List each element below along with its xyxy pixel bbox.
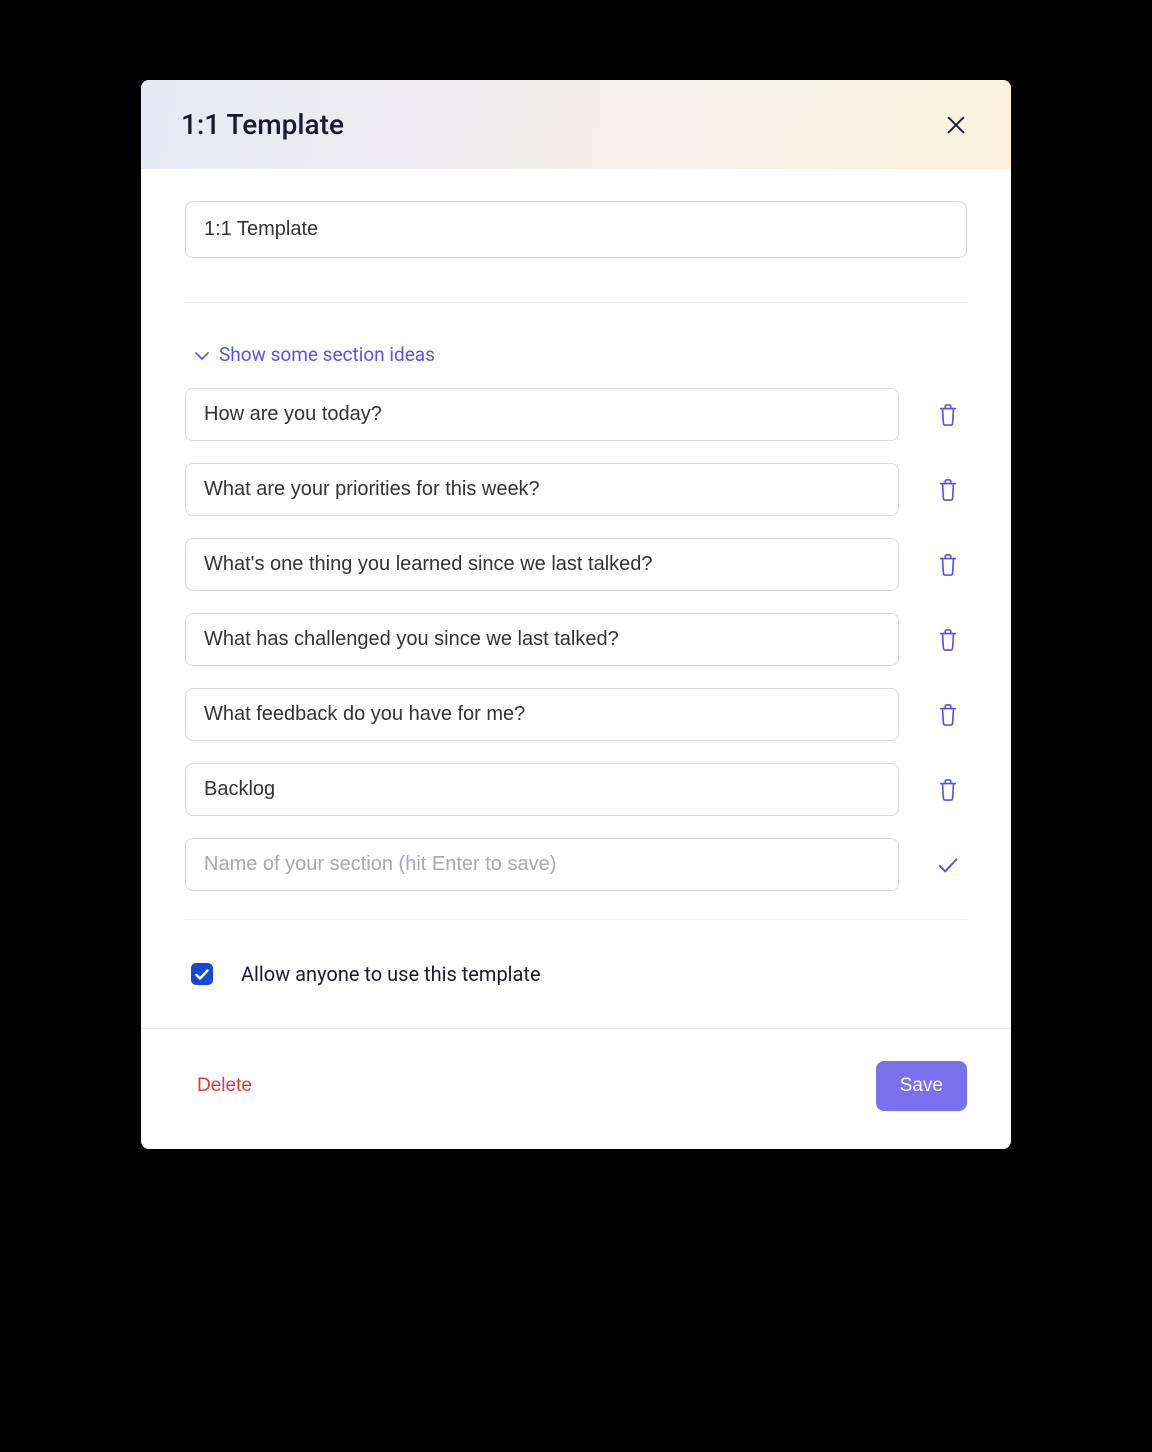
section-row [185, 388, 967, 441]
section-row [185, 463, 967, 516]
new-section-row [185, 838, 967, 891]
checkmark-icon [195, 965, 209, 984]
trash-icon [937, 628, 959, 652]
delete-section-button[interactable] [929, 624, 967, 656]
close-button[interactable] [941, 110, 971, 140]
section-name-input[interactable] [185, 613, 899, 666]
sections-list [185, 388, 967, 816]
allow-anyone-label: Allow anyone to use this template [241, 962, 541, 986]
allow-anyone-checkbox[interactable] [191, 963, 213, 985]
show-section-ideas-link[interactable]: Show some section ideas [195, 343, 435, 366]
modal-title: 1:1 Template [181, 108, 344, 141]
section-name-input[interactable] [185, 688, 899, 741]
section-row [185, 763, 967, 816]
modal-body: Show some section ideas [141, 169, 1011, 1028]
delete-section-button[interactable] [929, 549, 967, 581]
trash-icon [937, 703, 959, 727]
section-name-input[interactable] [185, 538, 899, 591]
delete-button[interactable]: Delete [185, 1069, 264, 1103]
modal-footer: Delete Save [141, 1028, 1011, 1149]
delete-section-button[interactable] [929, 699, 967, 731]
section-row [185, 538, 967, 591]
delete-section-button[interactable] [929, 399, 967, 431]
chevron-down-icon [195, 343, 209, 366]
section-name-input[interactable] [185, 463, 899, 516]
show-section-ideas-label: Show some section ideas [219, 343, 435, 366]
trash-icon [937, 478, 959, 502]
section-row [185, 613, 967, 666]
modal-header: 1:1 Template [141, 80, 1011, 169]
allow-anyone-row: Allow anyone to use this template [185, 920, 967, 1028]
section-name-input[interactable] [185, 763, 899, 816]
confirm-section-button[interactable] [929, 849, 967, 881]
divider [185, 302, 967, 303]
template-name-input[interactable] [185, 201, 967, 258]
delete-section-button[interactable] [929, 774, 967, 806]
trash-icon [937, 553, 959, 577]
trash-icon [937, 778, 959, 802]
close-icon [945, 114, 967, 136]
save-button[interactable]: Save [876, 1061, 967, 1111]
trash-icon [937, 403, 959, 427]
delete-section-button[interactable] [929, 474, 967, 506]
section-row [185, 688, 967, 741]
template-modal: 1:1 Template Show some section ideas [141, 80, 1011, 1149]
section-name-input[interactable] [185, 388, 899, 441]
new-section-input[interactable] [185, 838, 899, 891]
check-icon [937, 853, 959, 877]
